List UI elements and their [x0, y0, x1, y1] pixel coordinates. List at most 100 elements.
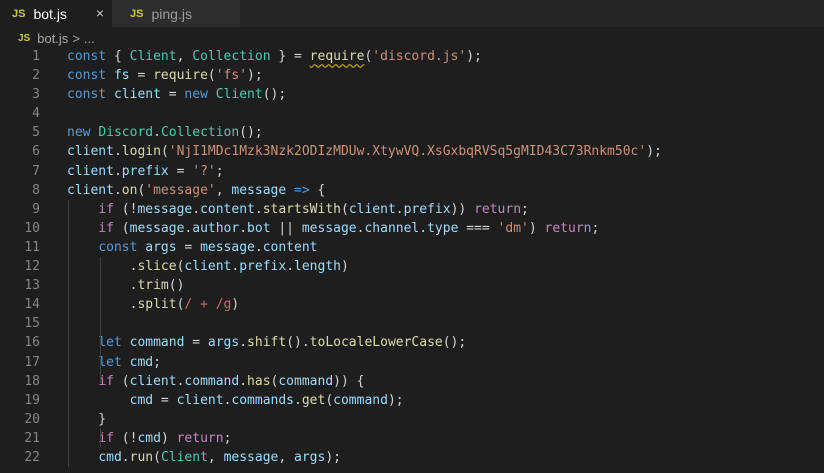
javascript-file-icon: JS [18, 32, 31, 44]
code-token: return [176, 430, 224, 446]
code-token: . [254, 239, 263, 255]
code-token: client [129, 373, 177, 389]
code-token: (! [113, 201, 138, 217]
code-token: message [301, 220, 357, 236]
code-token: const [67, 68, 114, 84]
code-line[interactable]: 1 const { Client, Collection } = require(… [0, 47, 824, 66]
code-token: . [395, 201, 404, 217]
code-token: toLocaleLowerCase [309, 335, 443, 351]
code-token: Client [215, 87, 263, 103]
line-number: 6 [32, 144, 40, 160]
code-line[interactable]: 6 client.login('NjI1MDc1Mzk3Nzk2ODIzMDUw.… [0, 142, 824, 161]
code-token: startsWith [262, 201, 341, 217]
code-token: get [301, 392, 326, 408]
code-line[interactable]: 10 if (message.author.bot || message.cha… [0, 219, 824, 238]
code-token: } = [270, 49, 310, 64]
code-line[interactable]: 16 let command = args.shift().toLocaleLo… [0, 333, 824, 352]
code-token: const [98, 239, 146, 255]
code-line[interactable]: 17 let cmd; [0, 353, 824, 372]
code-token: . [121, 449, 130, 465]
code-text: if (!message.content.startsWith(client.p… [67, 200, 529, 219]
line-number: 13 [24, 278, 40, 294]
code-token: message [223, 449, 279, 465]
code-token: . [239, 335, 248, 351]
code-text: const { Client, Collection } = require('… [67, 47, 482, 66]
code-line[interactable]: 20 } [0, 410, 824, 429]
code-line[interactable]: 13 .trim() [0, 276, 824, 295]
code-line[interactable]: 18 if (client.command.has(command)) { [0, 372, 824, 391]
code-line[interactable]: 2 const fs = require('fs'); [0, 66, 824, 85]
code-token: . [294, 392, 302, 408]
code-token: new [67, 125, 99, 141]
code-token: prefix [403, 201, 451, 217]
code-token: return [474, 201, 522, 217]
code-text: .trim() [67, 276, 185, 295]
code-token: . [113, 182, 122, 198]
tab-bot-js[interactable]: JS bot.js × [0, 0, 112, 27]
line-number: 17 [24, 354, 40, 370]
code-editor[interactable]: 1 const { Client, Collection } = require(… [0, 47, 824, 473]
code-token: () [168, 278, 185, 294]
code-token: trim [137, 278, 169, 294]
code-line[interactable]: 19 cmd = client.commands.get(command); [0, 391, 824, 410]
breadcrumb-file[interactable]: bot.js [37, 31, 68, 46]
code-line[interactable]: 14 .split(/ + /g) [0, 295, 824, 314]
code-token: ( [113, 220, 130, 236]
code-token: length [294, 259, 341, 275]
code-token: ( [325, 392, 334, 408]
tab-ping-js[interactable]: JS ping.js [112, 0, 240, 27]
line-number: 14 [24, 297, 40, 313]
code-token: = [129, 68, 154, 84]
code-token: if [98, 220, 114, 236]
code-line[interactable]: 7 client.prefix = '?'; [0, 162, 824, 181]
code-text: const args = message.content [67, 238, 317, 257]
line-number: 12 [24, 259, 40, 275]
code-line[interactable]: 5 new Discord.Collection(); [0, 123, 824, 142]
code-token: command [333, 392, 388, 408]
code-text: cmd.run(Client, message, args); [67, 448, 341, 467]
code-line[interactable]: 15 [0, 314, 824, 333]
code-text: } [67, 410, 106, 429]
code-token: ) [160, 430, 177, 446]
line-number: 21 [24, 430, 40, 446]
code-line[interactable]: 22 cmd.run(Client, message, args); [0, 448, 824, 467]
code-line[interactable]: 21 if (!cmd) return; [0, 429, 824, 448]
close-icon[interactable]: × [93, 4, 107, 22]
indent-guide [68, 200, 69, 467]
code-token: } [67, 411, 107, 427]
code-token: command [129, 335, 185, 351]
code-text: if (client.command.has(command)) { [67, 372, 364, 391]
code-text: client.prefix = '?'; [67, 162, 224, 181]
line-number: 15 [24, 316, 40, 332]
breadcrumb-symbols[interactable]: ... [84, 31, 95, 46]
code-line[interactable]: 3 const client = new Client(); [0, 85, 824, 104]
code-token: client [176, 392, 224, 408]
chevron-right-icon: > [72, 30, 80, 46]
code-token: const [67, 49, 114, 64]
code-token: 'message' [145, 182, 216, 198]
code-token: cmd [98, 449, 122, 465]
code-token: client [348, 201, 396, 217]
code-line[interactable]: 11 const args = message.content [0, 238, 824, 257]
line-number: 11 [24, 239, 40, 255]
javascript-file-icon: JS [130, 7, 144, 20]
code-token: . [113, 144, 122, 160]
line-number: 9 [32, 201, 40, 217]
code-token: args [145, 239, 177, 255]
code-token: . [286, 259, 295, 275]
code-token: client [113, 87, 161, 103]
code-token: ; [215, 163, 224, 179]
code-text: client.on('message', message => { [67, 181, 325, 200]
code-token: { [113, 49, 130, 64]
code-token: (); [442, 335, 467, 351]
code-line[interactable]: 8 client.on('message', message => { [0, 181, 824, 200]
code-line[interactable]: 12 .slice(client.prefix.length) [0, 257, 824, 276]
code-line[interactable]: 4 [0, 104, 824, 123]
line-number: 16 [24, 335, 40, 351]
code-line[interactable]: 9 if (!message.content.startsWith(client… [0, 200, 824, 219]
